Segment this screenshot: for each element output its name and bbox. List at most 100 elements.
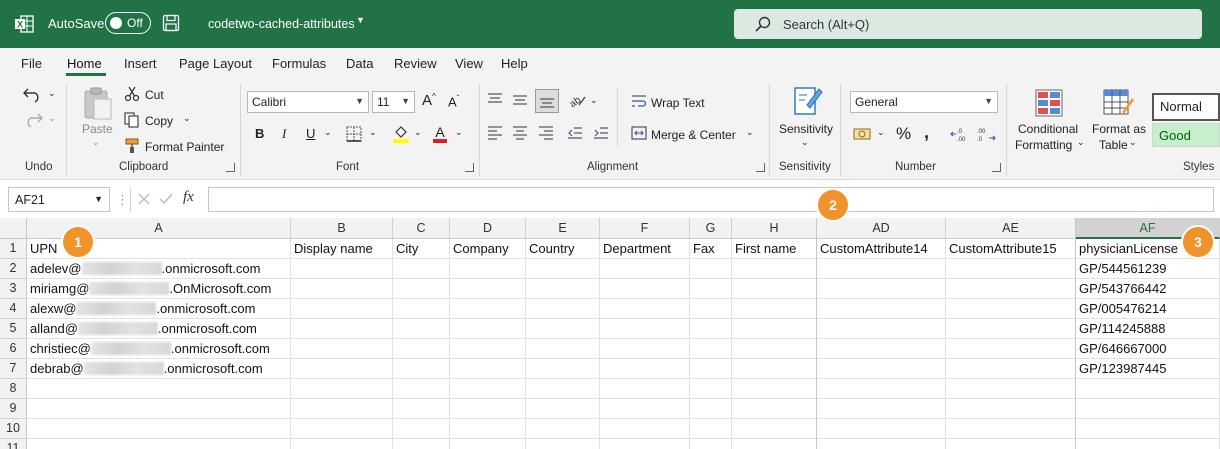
row-header-6[interactable]: 6 [0,339,27,359]
number-launcher-icon[interactable] [992,163,1001,172]
cell-c10[interactable] [393,419,450,439]
orientation-dropdown-icon[interactable]: ⌄ [590,95,598,106]
insert-function-button[interactable]: fx [183,189,194,206]
cell-g7[interactable] [690,359,732,379]
borders-dropdown-icon[interactable]: ⌄ [369,127,377,138]
copy-icon[interactable] [124,112,140,128]
undo-dropdown-icon[interactable]: ⌄ [48,88,56,99]
cell-ae10[interactable] [946,419,1076,439]
cell-f8[interactable] [600,379,690,399]
search-box[interactable]: Search (Alt+Q) [734,9,1202,39]
cell-ae3[interactable] [946,279,1076,299]
cell-a2[interactable]: adelev@ .onmicrosoft.com [27,259,291,279]
cell-f10[interactable] [600,419,690,439]
cut-icon[interactable] [124,86,140,102]
cell-c6[interactable] [393,339,450,359]
wrap-text-label[interactable]: Wrap Text [651,96,705,110]
cell-b2[interactable] [291,259,393,279]
row-header-8[interactable]: 8 [0,379,27,399]
align-right-icon[interactable] [538,125,554,141]
row-header-4[interactable]: 4 [0,299,27,319]
cell-d4[interactable] [450,299,526,319]
column-header-h[interactable]: H [732,218,817,239]
cell-a11[interactable] [27,439,291,449]
cell-af11[interactable] [1076,439,1220,449]
cell-ae8[interactable] [946,379,1076,399]
number-format-combo[interactable]: General ▼ [850,91,998,113]
conditional-formatting-label-1[interactable]: Conditional [1018,122,1078,136]
merge-center-icon[interactable] [631,125,647,141]
cell-af3[interactable]: GP/543766442 [1076,279,1220,299]
cell-af8[interactable] [1076,379,1220,399]
style-good-cell[interactable]: Good [1152,123,1220,147]
row-header-1[interactable]: 1 [0,239,27,259]
cell-b5[interactable] [291,319,393,339]
cell-c9[interactable] [393,399,450,419]
comma-style-button[interactable]: , [924,122,929,143]
decrease-font-icon[interactable]: Aˇ [448,94,459,109]
cell-g6[interactable] [690,339,732,359]
cell-b9[interactable] [291,399,393,419]
row-header-9[interactable]: 9 [0,399,27,419]
cell-a5[interactable]: alland@ .onmicrosoft.com [27,319,291,339]
cell-ad6[interactable] [817,339,946,359]
align-bottom-button[interactable] [535,89,559,113]
font-launcher-icon[interactable] [465,163,474,172]
cell-e1[interactable]: Country [526,239,600,259]
cell-f4[interactable] [600,299,690,319]
copy-label[interactable]: Copy [145,114,173,128]
cell-h7[interactable] [732,359,817,379]
cell-c3[interactable] [393,279,450,299]
cell-h10[interactable] [732,419,817,439]
cell-ad10[interactable] [817,419,946,439]
cell-b11[interactable] [291,439,393,449]
conditional-formatting-label-2[interactable]: Formatting [1015,138,1072,152]
merge-center-label[interactable]: Merge & Center [651,128,736,142]
cell-d6[interactable] [450,339,526,359]
cell-g11[interactable] [690,439,732,449]
cell-g10[interactable] [690,419,732,439]
merge-dropdown-icon[interactable]: ⌄ [746,127,754,138]
cell-f3[interactable] [600,279,690,299]
conditional-formatting-icon[interactable] [1034,88,1064,118]
cell-h5[interactable] [732,319,817,339]
cell-h4[interactable] [732,299,817,319]
file-name[interactable]: codetwo-cached-attributes [208,17,355,31]
cell-ad4[interactable] [817,299,946,319]
cell-e9[interactable] [526,399,600,419]
cell-b10[interactable] [291,419,393,439]
align-left-icon[interactable] [487,125,503,141]
cell-h9[interactable] [732,399,817,419]
column-header-c[interactable]: C [393,218,450,239]
align-top-icon[interactable] [487,92,503,108]
cell-ad3[interactable] [817,279,946,299]
align-center-icon[interactable] [512,125,528,141]
cell-d7[interactable] [450,359,526,379]
cell-a8[interactable] [27,379,291,399]
cell-h11[interactable] [732,439,817,449]
paste-label[interactable]: Paste [82,122,113,136]
row-header-2[interactable]: 2 [0,259,27,279]
cell-g4[interactable] [690,299,732,319]
font-size-combo[interactable]: 11 ▼ [372,91,415,113]
cell-d9[interactable] [450,399,526,419]
cell-ae2[interactable] [946,259,1076,279]
increase-indent-icon[interactable] [593,125,609,141]
cell-c11[interactable] [393,439,450,449]
cell-ad9[interactable] [817,399,946,419]
cell-a3[interactable]: miriamg@ .OnMicrosoft.com [27,279,291,299]
cell-d3[interactable] [450,279,526,299]
format-as-table-label-1[interactable]: Format as [1092,122,1146,136]
column-header-ad[interactable]: AD [817,218,946,239]
save-icon[interactable] [162,14,180,32]
cell-c4[interactable] [393,299,450,319]
cell-h3[interactable] [732,279,817,299]
cell-ad5[interactable] [817,319,946,339]
select-all-corner[interactable] [0,218,27,239]
cell-e10[interactable] [526,419,600,439]
cell-b4[interactable] [291,299,393,319]
cell-e4[interactable] [526,299,600,319]
cell-ad8[interactable] [817,379,946,399]
column-header-b[interactable]: B [291,218,393,239]
tab-help[interactable]: Help [501,56,528,71]
